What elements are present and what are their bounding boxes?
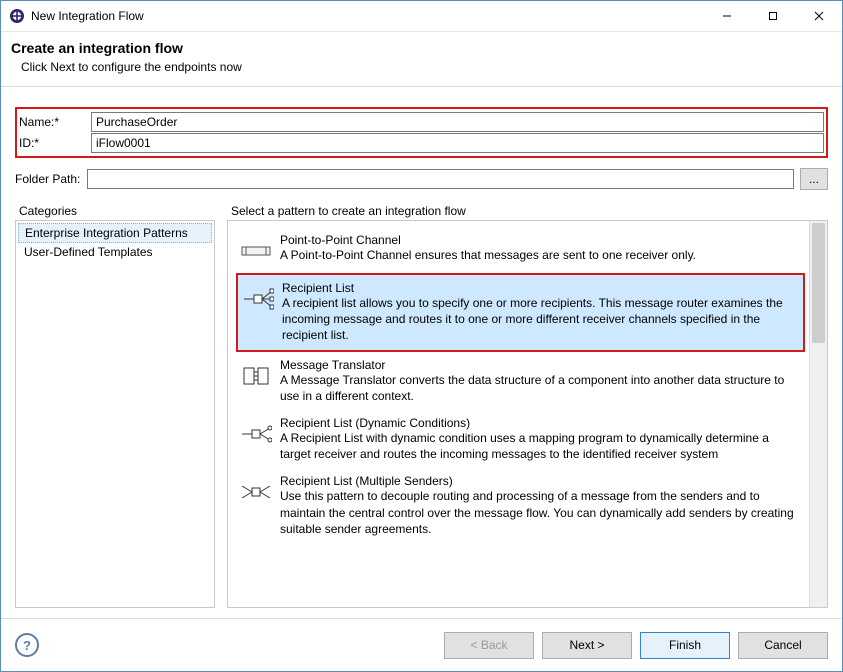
back-button: < Back xyxy=(444,632,534,659)
scrollbar[interactable] xyxy=(809,221,827,607)
wizard-header: Create an integration flow Click Next to… xyxy=(1,32,842,87)
window-buttons xyxy=(704,1,842,31)
wizard-footer: ? < Back Next > Finish Cancel xyxy=(1,618,842,671)
scrollbar-thumb[interactable] xyxy=(812,223,825,343)
pattern-title: Point-to-Point Channel xyxy=(280,233,801,247)
pattern-item-p2p[interactable]: Point-to-Point Channel A Point-to-Point … xyxy=(236,227,805,273)
patterns-list: Point-to-Point Channel A Point-to-Point … xyxy=(227,220,828,608)
row-id: ID:* xyxy=(19,133,824,153)
pattern-text: Point-to-Point Channel A Point-to-Point … xyxy=(280,233,801,263)
close-button[interactable] xyxy=(796,1,842,31)
id-label: ID:* xyxy=(19,136,89,150)
help-icon[interactable]: ? xyxy=(15,633,39,657)
dialog-window: New Integration Flow Create an integrati… xyxy=(0,0,843,672)
mid-columns: Categories Enterprise Integration Patter… xyxy=(15,204,828,608)
app-icon xyxy=(9,8,25,24)
page-title: Create an integration flow xyxy=(11,40,832,56)
page-subtitle: Click Next to configure the endpoints no… xyxy=(21,60,832,74)
translator-icon xyxy=(240,360,272,392)
browse-button[interactable]: ... xyxy=(800,168,828,190)
recipient-list-icon xyxy=(242,283,274,315)
categories-column: Categories Enterprise Integration Patter… xyxy=(15,204,215,608)
pattern-text: Message Translator A Message Translator … xyxy=(280,358,801,404)
folder-input[interactable] xyxy=(87,169,794,189)
category-item-eip[interactable]: Enterprise Integration Patterns xyxy=(18,223,212,243)
pattern-title: Message Translator xyxy=(280,358,801,372)
recipient-list-dynamic-icon xyxy=(240,418,272,450)
pipe-icon xyxy=(240,235,272,267)
cancel-button[interactable]: Cancel xyxy=(738,632,828,659)
row-folder: Folder Path: ... xyxy=(15,168,828,190)
id-input[interactable] xyxy=(91,133,824,153)
pattern-item-recipient-list[interactable]: Recipient List A recipient list allows y… xyxy=(236,273,805,352)
pattern-desc: A Point-to-Point Channel ensures that me… xyxy=(280,247,801,263)
pattern-text: Recipient List (Multiple Senders) Use th… xyxy=(280,474,801,537)
pattern-title: Recipient List xyxy=(282,281,799,295)
name-input[interactable] xyxy=(91,112,824,132)
next-button[interactable]: Next > xyxy=(542,632,632,659)
pattern-item-recipient-list-dynamic[interactable]: Recipient List (Dynamic Conditions) A Re… xyxy=(236,410,805,468)
window-title: New Integration Flow xyxy=(31,9,704,23)
highlight-name-id: Name:* ID:* xyxy=(15,107,828,158)
titlebar: New Integration Flow xyxy=(1,1,842,32)
patterns-column: Select a pattern to create an integratio… xyxy=(227,204,828,608)
pattern-title: Recipient List (Dynamic Conditions) xyxy=(280,416,801,430)
categories-group-label: Categories xyxy=(19,204,215,218)
row-name: Name:* xyxy=(19,112,824,132)
pattern-item-recipient-list-multisender[interactable]: Recipient List (Multiple Senders) Use th… xyxy=(236,468,805,543)
minimize-button[interactable] xyxy=(704,1,750,31)
pattern-item-translator[interactable]: Message Translator A Message Translator … xyxy=(236,352,805,410)
pattern-desc: Use this pattern to decouple routing and… xyxy=(280,488,801,537)
pattern-desc: A Recipient List with dynamic condition … xyxy=(280,430,801,462)
recipient-list-multi-icon xyxy=(240,476,272,508)
patterns-group-label: Select a pattern to create an integratio… xyxy=(231,204,828,218)
pattern-desc: A recipient list allows you to specify o… xyxy=(282,295,799,344)
patterns-scroll: Point-to-Point Channel A Point-to-Point … xyxy=(228,221,809,607)
pattern-desc: A Message Translator converts the data s… xyxy=(280,372,801,404)
pattern-text: Recipient List (Dynamic Conditions) A Re… xyxy=(280,416,801,462)
name-label: Name:* xyxy=(19,115,89,129)
pattern-text: Recipient List A recipient list allows y… xyxy=(282,281,799,344)
maximize-button[interactable] xyxy=(750,1,796,31)
folder-label: Folder Path: xyxy=(15,172,85,186)
categories-list: Enterprise Integration Patterns User-Def… xyxy=(15,220,215,608)
finish-button[interactable]: Finish xyxy=(640,632,730,659)
category-item-userdef[interactable]: User-Defined Templates xyxy=(18,243,212,261)
pattern-title: Recipient List (Multiple Senders) xyxy=(280,474,801,488)
wizard-body: Name:* ID:* Folder Path: ... Categories … xyxy=(1,87,842,618)
